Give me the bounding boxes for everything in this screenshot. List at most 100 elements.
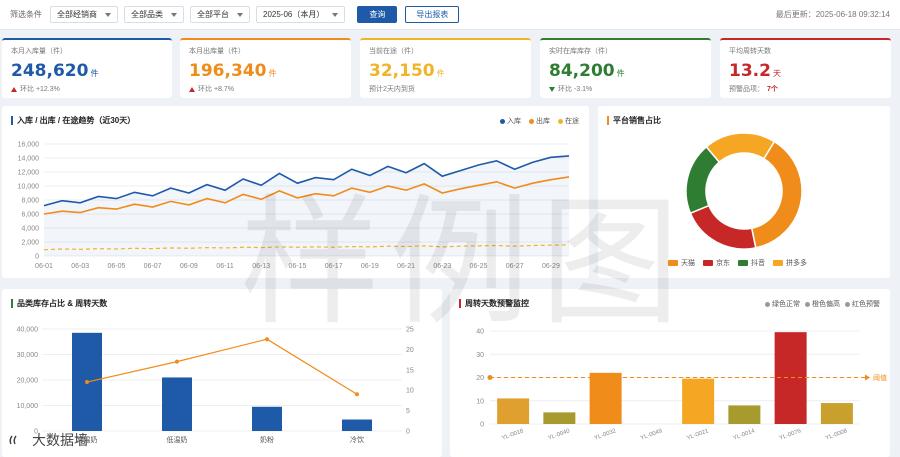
legend-item-tmall: 天猫 — [668, 258, 695, 268]
legend-item-jd: 京东 — [703, 258, 730, 268]
dealer-select[interactable]: 全部经销商 — [50, 6, 118, 23]
x-tick-label: 06-01 — [35, 263, 53, 270]
legend-item-pdd: 拼多多 — [773, 258, 807, 268]
kpi-value: 248,620 件 — [11, 61, 99, 81]
kpi-value: 13.2 天 — [729, 61, 781, 81]
kpi-value: 196,340 件 — [189, 61, 277, 81]
kpi-sub: 预计2天内到货 — [369, 86, 415, 93]
brand-icon — [9, 435, 17, 445]
x-tick-label: 低温奶 — [167, 435, 188, 444]
chevron-down-icon — [237, 12, 243, 17]
y2-tick-label: 20 — [406, 347, 414, 354]
trend-down-icon — [549, 86, 555, 92]
platform-select-value: 全部平台 — [197, 10, 229, 19]
turnover-point — [265, 337, 269, 342]
trend-chart: 0 2,000 4,000 6,000 8,000 10,000 12,000 14,000 1… — [18, 142, 570, 270]
x-tick-label: 06-03 — [71, 263, 89, 270]
kpi-outbound: 本月出库量（件） 196,340 件 环比 +8.7% — [180, 38, 351, 98]
x-tick-label: YL-0049 — [640, 428, 664, 442]
brand-logo: 大数据墙 — [8, 430, 88, 450]
x-tick-label: 06-25 — [470, 263, 488, 270]
pie-slice-1 — [689, 204, 757, 250]
kpi-title: 本月入库量（件） — [11, 48, 67, 55]
pie-legend: 天猫 京东 抖音 拼多多 — [668, 258, 807, 268]
x-tick-label: 06-13 — [252, 263, 270, 270]
y-tick-label: 10,000 — [18, 184, 40, 191]
y-tick-label: 10,000 — [17, 403, 39, 410]
category-select[interactable]: 全部品类 — [124, 6, 184, 23]
y-tick-label: 30,000 — [17, 352, 39, 359]
bar-YL-0021 — [682, 378, 715, 424]
export-button[interactable]: 导出报表 — [405, 6, 460, 23]
kpi-title: 本月出库量（件） — [189, 48, 245, 55]
x-tick-label: YL-0040 — [547, 428, 571, 442]
y-tick-label: 2,000 — [21, 240, 39, 247]
kpi-turnover: 平均周转天数 13.2 天 预警品项： 7个 — [720, 38, 891, 98]
inbound-area — [44, 155, 569, 256]
filter-label: 筛选条件 — [10, 10, 42, 19]
pie-panel: 平台销售占比 天猫 京东 抖音 拼多多 — [598, 106, 890, 278]
y-tick-label: 40 — [476, 329, 484, 336]
platform-select[interactable]: 全部平台 — [190, 6, 250, 23]
x-tick-label: 06-15 — [288, 263, 306, 270]
pie-slice-0 — [750, 140, 803, 249]
bar-YL-0076 — [774, 332, 807, 424]
trend-up-icon — [189, 86, 195, 92]
y-tick-label: 12,000 — [18, 170, 40, 177]
y-tick-label: 30 — [476, 352, 484, 359]
last-updated: 最后更新：2025-06-18 09:32:14 — [775, 10, 890, 19]
bar-YL-0008 — [820, 403, 853, 424]
query-button[interactable]: 查询 — [357, 6, 398, 23]
bar-YL-0040 — [543, 412, 576, 424]
x-tick-label: 06-07 — [144, 263, 162, 270]
kpi-sub: 环比 +8.7% — [189, 84, 342, 94]
turnover-line — [86, 338, 358, 395]
trend-up-icon — [11, 86, 17, 92]
kpi-title: 平均周转天数 — [729, 48, 771, 55]
bar-奶粉 — [252, 406, 282, 431]
kpi-sub: 环比 -3.1% — [549, 84, 702, 94]
turnover-point — [85, 380, 89, 385]
y2-tick-label: 15 — [406, 367, 414, 374]
y-tick-label: 20 — [476, 375, 484, 382]
threshold-arrow-icon — [865, 374, 870, 381]
warning-panel: 周转天数预警监控 绿色正常 橙色偏高 红色预警 0 10 20 30 40 YL-0018… — [450, 289, 890, 457]
x-tick-label: 06-05 — [107, 263, 125, 270]
x-tick-label: YL-0014 — [732, 428, 756, 442]
y2-tick-label: 5 — [406, 408, 410, 415]
bar-YL-0018 — [497, 398, 530, 424]
y-tick-label: 0 — [480, 422, 484, 429]
kpi-sub: 环比 +12.3% — [11, 84, 163, 94]
bar-低温奶 — [162, 377, 192, 431]
kpi-title: 实时在库库存（件） — [549, 48, 612, 55]
y-tick-label: 6,000 — [21, 212, 39, 219]
y-tick-label: 0 — [35, 254, 39, 261]
legend-item-douyin: 抖音 — [738, 258, 765, 268]
y-tick-label: 10 — [476, 398, 484, 405]
threshold-label: 阈值 — [873, 373, 887, 382]
category-select-value: 全部品类 — [131, 10, 163, 19]
x-tick-label: 冷饮 — [350, 435, 364, 444]
y2-tick-label: 10 — [406, 388, 414, 395]
warning-chart: 0 10 20 30 40 YL-0018 YL-0040 YL-0032 YL-0049 YL-… — [476, 329, 887, 442]
threshold-start — [487, 375, 493, 380]
x-tick-label: 06-11 — [216, 263, 233, 270]
bar-冷饮 — [342, 419, 372, 431]
kpi-value: 32,150 件 — [369, 61, 445, 81]
kpi-in-transit: 当前在途（件） 32,150 件 预计2天内到货 — [360, 38, 531, 98]
month-select[interactable]: 2025-06（本月） — [256, 6, 346, 23]
y-tick-label: 14,000 — [18, 156, 40, 163]
y-tick-label: 16,000 — [18, 142, 40, 149]
x-tick-label: 06-23 — [433, 263, 451, 270]
kpi-title: 当前在途（件） — [369, 48, 418, 55]
x-tick-label: 06-21 — [397, 263, 415, 270]
pie-slice-3 — [705, 132, 776, 164]
x-tick-label: 06-29 — [542, 263, 560, 270]
filter-bar: 筛选条件 全部经销商 全部品类 全部平台 2025-06（本月） 查询 导出报表… — [0, 0, 900, 30]
kpi-sub: 预警品项： 7个 — [729, 86, 778, 93]
pie-chart — [685, 132, 803, 250]
kpi-inbound: 本月入库量（件） 248,620 件 环比 +12.3% — [2, 38, 172, 98]
kpi-stock: 实时在库库存（件） 84,200 件 环比 -3.1% — [540, 38, 711, 98]
y-tick-label: 20,000 — [17, 378, 39, 385]
chevron-down-icon — [171, 12, 177, 17]
